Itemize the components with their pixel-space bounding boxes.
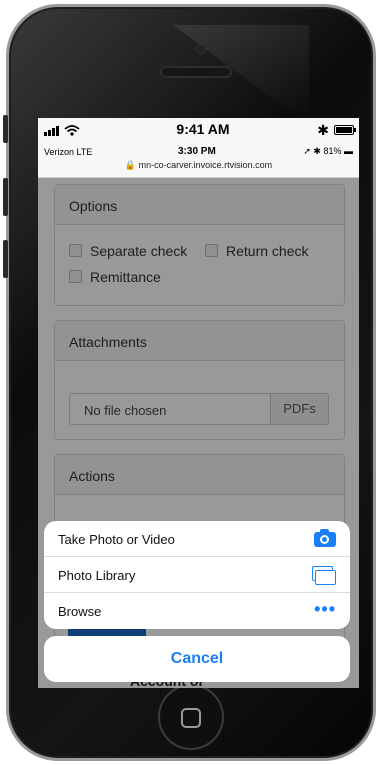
url-bar[interactable]: 🔒 mn-co-carver.invoice.rtvision.com <box>38 160 359 171</box>
camera-icon <box>314 529 336 547</box>
earpiece-speaker <box>162 68 230 76</box>
signal-wifi-icon <box>44 123 84 139</box>
battery-percent: 81% <box>323 146 342 156</box>
volume-down-button <box>3 240 8 278</box>
more-icon: ••• <box>314 599 336 619</box>
take-photo-label: Take Photo or Video <box>58 532 175 547</box>
inner-battery-label: ➚ ✱ 81% ▬ <box>303 146 353 156</box>
mute-switch <box>3 115 8 143</box>
browse-label: Browse <box>58 604 102 619</box>
lock-icon: 🔒 <box>124 160 137 170</box>
inner-status-time: 3:30 PM <box>178 146 216 157</box>
device-status-time: 9:41 AM <box>176 121 230 137</box>
device-status-bar: 9:41 AM ✱ <box>38 118 359 142</box>
browse-option[interactable]: Browse ••• <box>44 593 350 629</box>
phone-screen: 9:41 AM ✱ Verizon LTE 3:30 PM ➚ ✱ 81% ▬ … <box>38 118 359 688</box>
carrier-label: Verizon LTE <box>44 147 93 157</box>
take-photo-option[interactable]: Take Photo or Video <box>44 521 350 557</box>
front-camera <box>197 45 205 53</box>
action-sheet: Take Photo or Video Photo Library Browse… <box>44 521 350 629</box>
photo-library-label: Photo Library <box>58 568 136 583</box>
url-text: mn-co-carver.invoice.rtvision.com <box>138 160 273 170</box>
photo-library-icon <box>312 566 336 585</box>
home-button-icon <box>181 708 201 728</box>
battery-icon <box>334 125 356 135</box>
volume-up-button <box>3 178 8 216</box>
inner-status-bar: Verizon LTE 3:30 PM ➚ ✱ 81% ▬ 🔒 mn-co-ca… <box>38 142 359 178</box>
photo-library-option[interactable]: Photo Library <box>44 557 350 593</box>
cancel-button[interactable]: Cancel <box>44 636 350 682</box>
bluetooth-icon: ✱ <box>317 122 329 138</box>
